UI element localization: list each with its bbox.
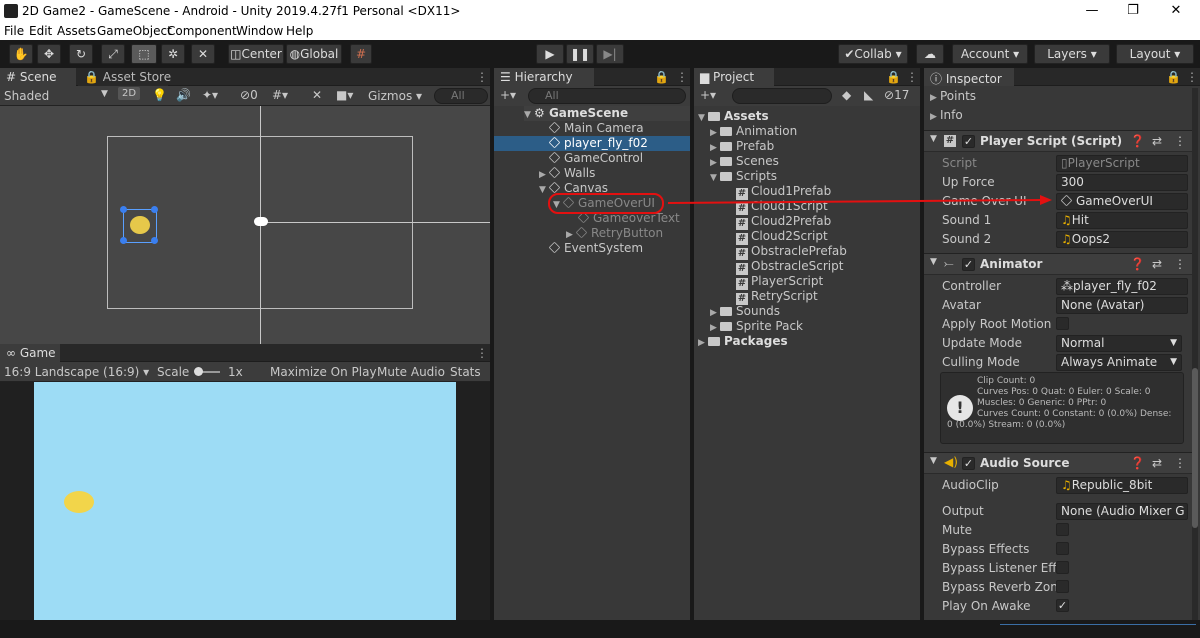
annotation-arrow-line [667, 199, 1041, 204]
annotation-arrow-head [1040, 195, 1052, 205]
annotation-arrow [667, 195, 1052, 205]
